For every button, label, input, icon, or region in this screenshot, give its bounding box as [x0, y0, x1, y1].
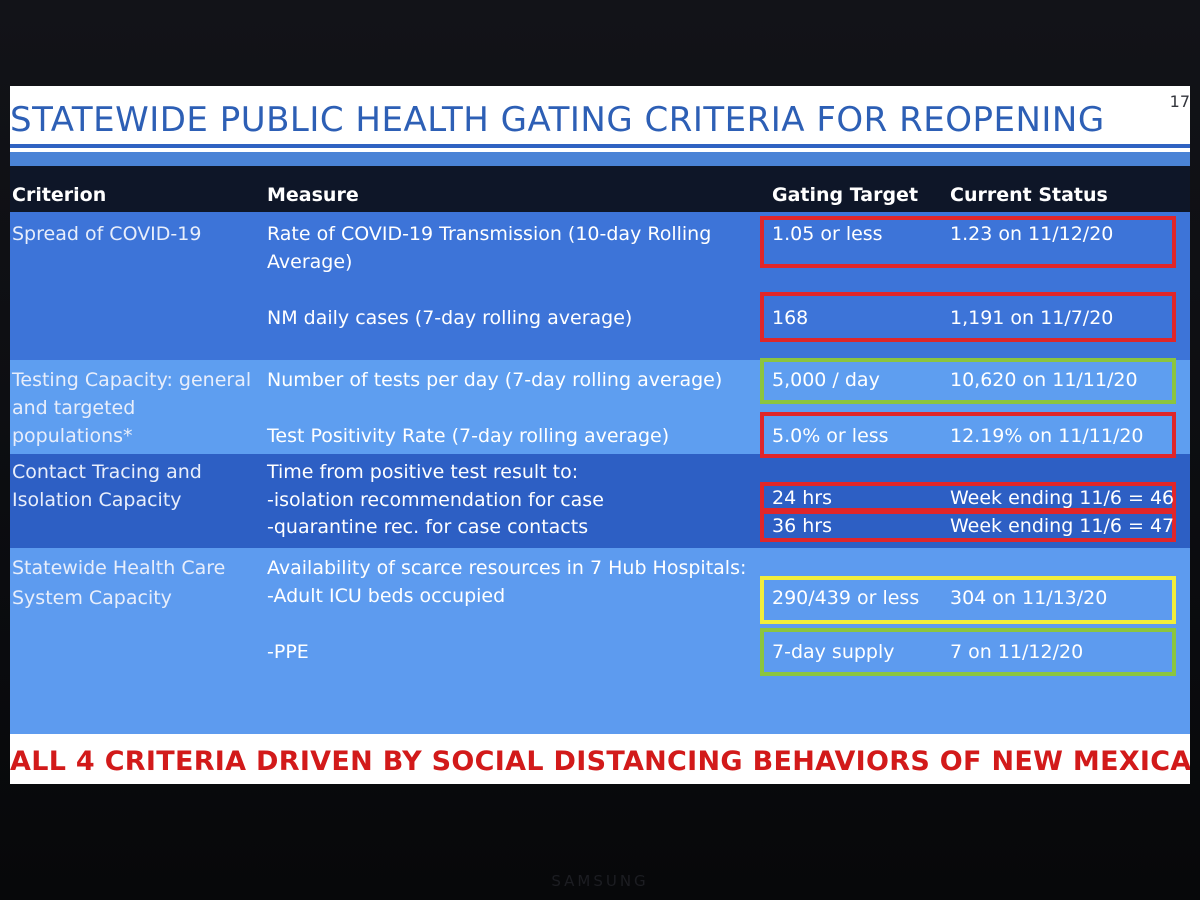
target-quarantine: 36 hrs [772, 515, 832, 537]
criterion-testing-line1: Testing Capacity: general [12, 369, 252, 391]
target-positivity-rate: 5.0% or less [772, 425, 889, 447]
criterion-healthcare-line1: Statewide Health Care [12, 557, 226, 579]
header-current-status: Current Status [950, 184, 1108, 206]
measure-tests-per-day: Number of tests per day (7-day rolling a… [267, 369, 723, 391]
target-isolation: 24 hrs [772, 487, 832, 509]
footer-banner: ALL 4 CRITERIA DRIVEN BY SOCIAL DISTANCI… [10, 746, 1190, 777]
header-measure: Measure [267, 184, 359, 206]
criterion-testing-line3: populations* [12, 425, 133, 447]
slide: STATEWIDE PUBLIC HEALTH GATING CRITERIA … [10, 86, 1190, 784]
title-bar: STATEWIDE PUBLIC HEALTH GATING CRITERIA … [10, 86, 1190, 152]
slide-title: STATEWIDE PUBLIC HEALTH GATING CRITERIA … [10, 100, 1105, 140]
criterion-testing-line2: and targeted [12, 397, 136, 419]
criterion-healthcare-line2: System Capacity [12, 587, 172, 609]
status-daily-cases: 1,191 on 11/7/20 [950, 307, 1114, 329]
measure-positivity-rate: Test Positivity Rate (7-day rolling aver… [267, 425, 670, 447]
measure-daily-cases: NM daily cases (7-day rolling average) [267, 307, 633, 329]
page-number: 17 [1169, 92, 1190, 111]
measure-icu-beds: -Adult ICU beds occupied [267, 585, 506, 607]
criterion-contact-line1: Contact Tracing and [12, 461, 202, 483]
target-tests-per-day: 5,000 / day [772, 369, 880, 391]
measure-contact-quarantine: -quarantine rec. for case contacts [267, 516, 589, 538]
measure-transmission-rate-line2: Average) [267, 251, 353, 273]
status-ppe: 7 on 11/12/20 [950, 641, 1084, 663]
criterion-contact-line2: Isolation Capacity [12, 489, 182, 511]
measure-transmission-rate-line1: Rate of COVID-19 Transmission (10-day Ro… [267, 223, 712, 245]
measure-contact-line1: Time from positive test result to: [267, 461, 579, 483]
title-underline [10, 144, 1190, 148]
status-positivity-rate: 12.19% on 11/11/20 [950, 425, 1144, 447]
criterion-spread: Spread of COVID-19 [12, 223, 202, 245]
target-transmission-rate: 1.05 or less [772, 223, 883, 245]
target-ppe: 7-day supply [772, 641, 895, 663]
measure-contact-isolation: -isolation recommendation for case [267, 489, 604, 511]
monitor-brand: SAMSUNG [551, 872, 649, 890]
measure-hospital-resources: Availability of scarce resources in 7 Hu… [267, 557, 747, 579]
header-gating-target: Gating Target [772, 184, 919, 206]
status-transmission-rate: 1.23 on 11/12/20 [950, 223, 1114, 245]
status-isolation: Week ending 11/6 = 46 [950, 487, 1175, 509]
status-icu-beds: 304 on 11/13/20 [950, 587, 1108, 609]
target-daily-cases: 168 [772, 307, 809, 329]
status-tests-per-day: 10,620 on 11/11/20 [950, 369, 1138, 391]
status-quarantine: Week ending 11/6 = 47 [950, 515, 1175, 537]
header-criterion: Criterion [12, 184, 107, 206]
measure-ppe: -PPE [267, 641, 309, 663]
target-icu-beds: 290/439 or less [772, 587, 920, 609]
